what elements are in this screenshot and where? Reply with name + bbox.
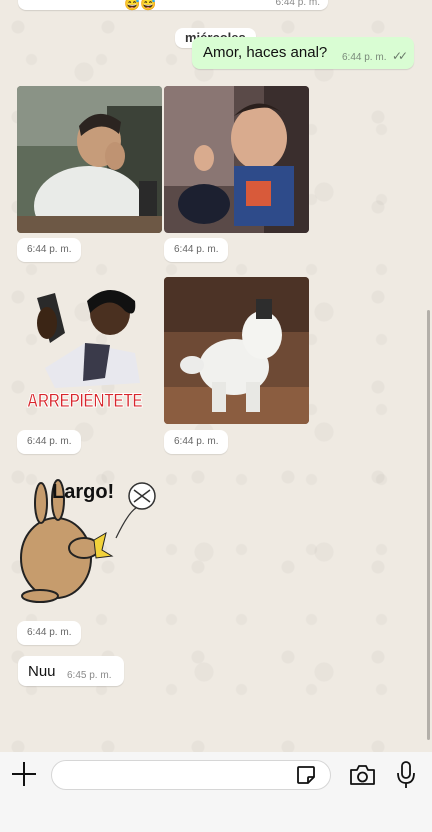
chat-area[interactable]: 😅😅 6:44 p. m. miércoles Amor, haces anal… — [0, 0, 432, 752]
camera-icon[interactable] — [349, 764, 376, 786]
gif-man-laughing[interactable] — [17, 86, 162, 233]
message-time: 6:44 p. m. — [342, 52, 387, 63]
sticker-caption: Largo! — [52, 481, 115, 503]
sticker-largo[interactable]: Largo! — [16, 478, 161, 603]
message-time: 6:44 p. m. — [164, 430, 229, 454]
scrollbar[interactable] — [427, 310, 430, 740]
plus-icon[interactable] — [12, 762, 36, 786]
message-time: 6:44 p. m. — [17, 621, 82, 645]
message-time: 6:44 p. m. — [17, 238, 82, 262]
message-input[interactable] — [51, 760, 331, 790]
message-time: 6:44 p. m. — [275, 0, 320, 8]
message-time: 6:44 p. m. — [164, 238, 229, 262]
previous-message-bubble[interactable]: 😅😅 6:44 p. m. — [18, 0, 328, 11]
message-text: Nuu — [28, 663, 56, 680]
message-time: 6:45 p. m. — [67, 670, 112, 681]
double-check-icon: ✓✓ — [392, 49, 408, 63]
sticker-icon[interactable] — [296, 765, 316, 785]
message-text: Amor, haces anal? — [203, 44, 328, 61]
message-time: 6:44 p. m. — [17, 430, 82, 454]
incoming-message-bubble[interactable]: Nuu 6:45 p. m. — [18, 656, 124, 686]
microphone-icon[interactable] — [396, 761, 416, 789]
outgoing-message-bubble[interactable]: Amor, haces anal? 6:44 p. m. ✓✓ — [192, 37, 414, 69]
emoji-text: 😅😅 — [124, 0, 157, 11]
gif-toddler-excited[interactable] — [164, 86, 309, 233]
gif-white-dog[interactable] — [164, 277, 309, 424]
sticker-caption: ARREPIÉNTETE — [27, 391, 144, 413]
sticker-arrepientete[interactable]: ARREPIÉNTETE — [25, 283, 150, 423]
composer-bar — [0, 752, 432, 832]
